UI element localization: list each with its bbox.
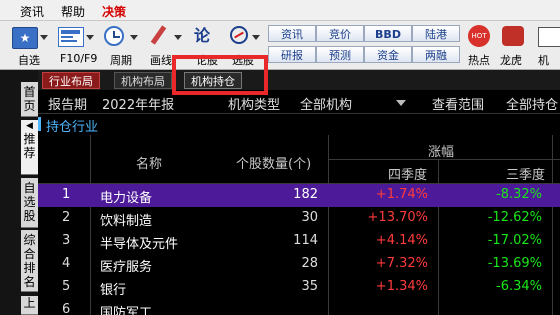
table-row[interactable]: 5 银行 35 +1.34% -6.34%	[38, 276, 560, 299]
row-name: 半导体及元件	[100, 237, 179, 252]
toolbar-label-huaxian[interactable]: 画线	[150, 52, 172, 68]
row-q3: -17.02%	[487, 233, 542, 248]
menu-item-decision[interactable]: 决策	[102, 3, 126, 20]
row-q4: +1.74%	[375, 187, 428, 202]
forecast-button[interactable]: 预测	[316, 46, 364, 63]
col-count[interactable]: 个股数量(个)	[236, 153, 311, 172]
row-index: 4	[62, 256, 71, 271]
row-q3: -8.32%	[496, 187, 542, 202]
chevron-down-icon[interactable]	[252, 35, 260, 40]
row-index: 2	[62, 210, 71, 225]
side-tab-recommend[interactable]: ◀ 推荐	[21, 120, 38, 175]
row-name: 电力设备	[100, 191, 153, 206]
margin-trading-button[interactable]: 两融	[412, 46, 460, 63]
chevron-down-icon[interactable]	[86, 35, 94, 40]
table-row[interactable]: 3 半导体及元件 114 +4.14% -17.02%	[38, 230, 560, 253]
toolbar-label-zhouqi[interactable]: 周期	[110, 52, 132, 68]
row-count: 30	[301, 210, 318, 225]
view-range-label: 查看范围	[432, 98, 485, 113]
col-q3[interactable]: 三季度	[506, 164, 545, 183]
menu-item-news[interactable]: 资讯	[20, 3, 44, 20]
section-header: 持仓行业	[38, 114, 560, 135]
inst-type-select[interactable]: 全部机构	[300, 94, 352, 113]
row-count: 114	[293, 233, 318, 248]
table-header: 名称 个股数量(个) 涨幅 四季度 三季度	[38, 135, 560, 183]
hot-spot-icon[interactable]: HOT	[468, 25, 490, 47]
toolbar-label-longhu[interactable]: 龙虎	[500, 52, 522, 68]
inst-type-label: 机构类型	[228, 98, 281, 113]
chevron-left-icon: ◀	[26, 121, 33, 131]
bbd-button[interactable]: BBD	[364, 25, 412, 42]
tab-industry-layout[interactable]: 行业布局	[42, 72, 100, 89]
hk-connect-button[interactable]: 陆港	[412, 25, 460, 42]
table-row[interactable]: 1 电力设备 182 +1.74% -8.32%	[38, 184, 560, 207]
research-report-button[interactable]: 研报	[268, 46, 316, 63]
row-name: 医疗服务	[100, 260, 153, 275]
row-index: 3	[62, 233, 71, 248]
report-period-label: 报告期	[48, 98, 88, 113]
star-icon[interactable]: ★	[12, 27, 38, 49]
chevron-down-icon[interactable]	[396, 100, 406, 106]
toolbar-label-zixuan[interactable]: 自选	[18, 52, 40, 68]
col-change-group: 涨幅	[428, 145, 455, 160]
row-q4: +7.32%	[375, 256, 428, 271]
chevron-down-icon[interactable]	[40, 35, 48, 40]
filter-bar: 报告期 2022年年报 机构类型 全部机构 查看范围 全部持仓	[38, 91, 560, 114]
side-tab-more[interactable]: 上	[21, 296, 38, 315]
toolbar-label-ji[interactable]: 机	[538, 52, 549, 68]
left-sidebar: 首页 ◀ 推荐 自选股 综合排名 上	[0, 70, 38, 315]
row-count: 35	[301, 279, 318, 294]
row-q4: +13.70%	[367, 210, 428, 225]
view-range-select[interactable]: 全部持仓	[506, 94, 558, 113]
f10-window-icon[interactable]	[58, 27, 84, 47]
menu-bar: 资讯 帮助 决策	[0, 0, 560, 21]
chevron-down-icon[interactable]	[174, 35, 182, 40]
row-count: 28	[301, 256, 318, 271]
side-tab-ranking[interactable]: 综合排名	[21, 230, 38, 292]
row-name: 国防军工	[100, 306, 153, 315]
news-button[interactable]: 资讯	[268, 25, 316, 42]
row-q4: +4.14%	[375, 233, 428, 248]
tab-institution-layout[interactable]: 机构布局	[114, 72, 172, 89]
row-q3: -12.62%	[487, 210, 542, 225]
table-row[interactable]: 2 饮料制造 30 +13.70% -12.62%	[38, 207, 560, 230]
table-row[interactable]: 4 医疗服务 28 +7.32% -13.69%	[38, 253, 560, 276]
col-name[interactable]: 名称	[136, 153, 162, 172]
auction-button[interactable]: 竞价	[316, 25, 364, 42]
report-period-select[interactable]: 2022年年报	[102, 94, 174, 113]
pencil-icon[interactable]	[148, 25, 168, 45]
institution-icon[interactable]	[538, 27, 560, 47]
tab-bar: 行业布局 机构布局 机构持仓	[38, 70, 560, 90]
capital-flow-button[interactable]: 资金	[364, 46, 412, 63]
side-tab-home[interactable]: 首页	[21, 82, 38, 117]
row-index: 5	[62, 279, 71, 294]
table-row[interactable]: 6 国防军工	[38, 299, 560, 315]
row-name: 银行	[100, 283, 127, 298]
row-name: 饮料制造	[100, 214, 153, 229]
row-index: 6	[62, 302, 71, 315]
magnifier-chart-icon[interactable]	[230, 26, 248, 44]
clock-icon[interactable]	[104, 26, 124, 46]
row-q3: -6.34%	[496, 279, 542, 294]
section-marker	[38, 117, 41, 131]
discuss-icon[interactable]: 论	[194, 26, 216, 46]
toolbar-label-redian[interactable]: 热点	[468, 52, 490, 68]
highlight-box	[172, 55, 268, 95]
row-count: 182	[293, 187, 318, 202]
tiger-icon[interactable]	[502, 26, 524, 46]
toolbar-label-f10[interactable]: F10/F9	[60, 52, 97, 65]
row-q4: +1.34%	[375, 279, 428, 294]
section-title: 持仓行业	[46, 120, 99, 135]
col-q4[interactable]: 四季度	[388, 164, 427, 183]
toolbar: ★ 自选 F10/F9 周期 画线 论 论股 选股 资讯 研报 竞价 预测 BB…	[0, 21, 560, 70]
row-q3: -13.69%	[487, 256, 542, 271]
side-tab-watchlist[interactable]: 自选股	[21, 178, 38, 228]
menu-item-help[interactable]: 帮助	[61, 3, 85, 20]
row-index: 1	[62, 187, 71, 202]
chevron-down-icon[interactable]	[130, 35, 138, 40]
